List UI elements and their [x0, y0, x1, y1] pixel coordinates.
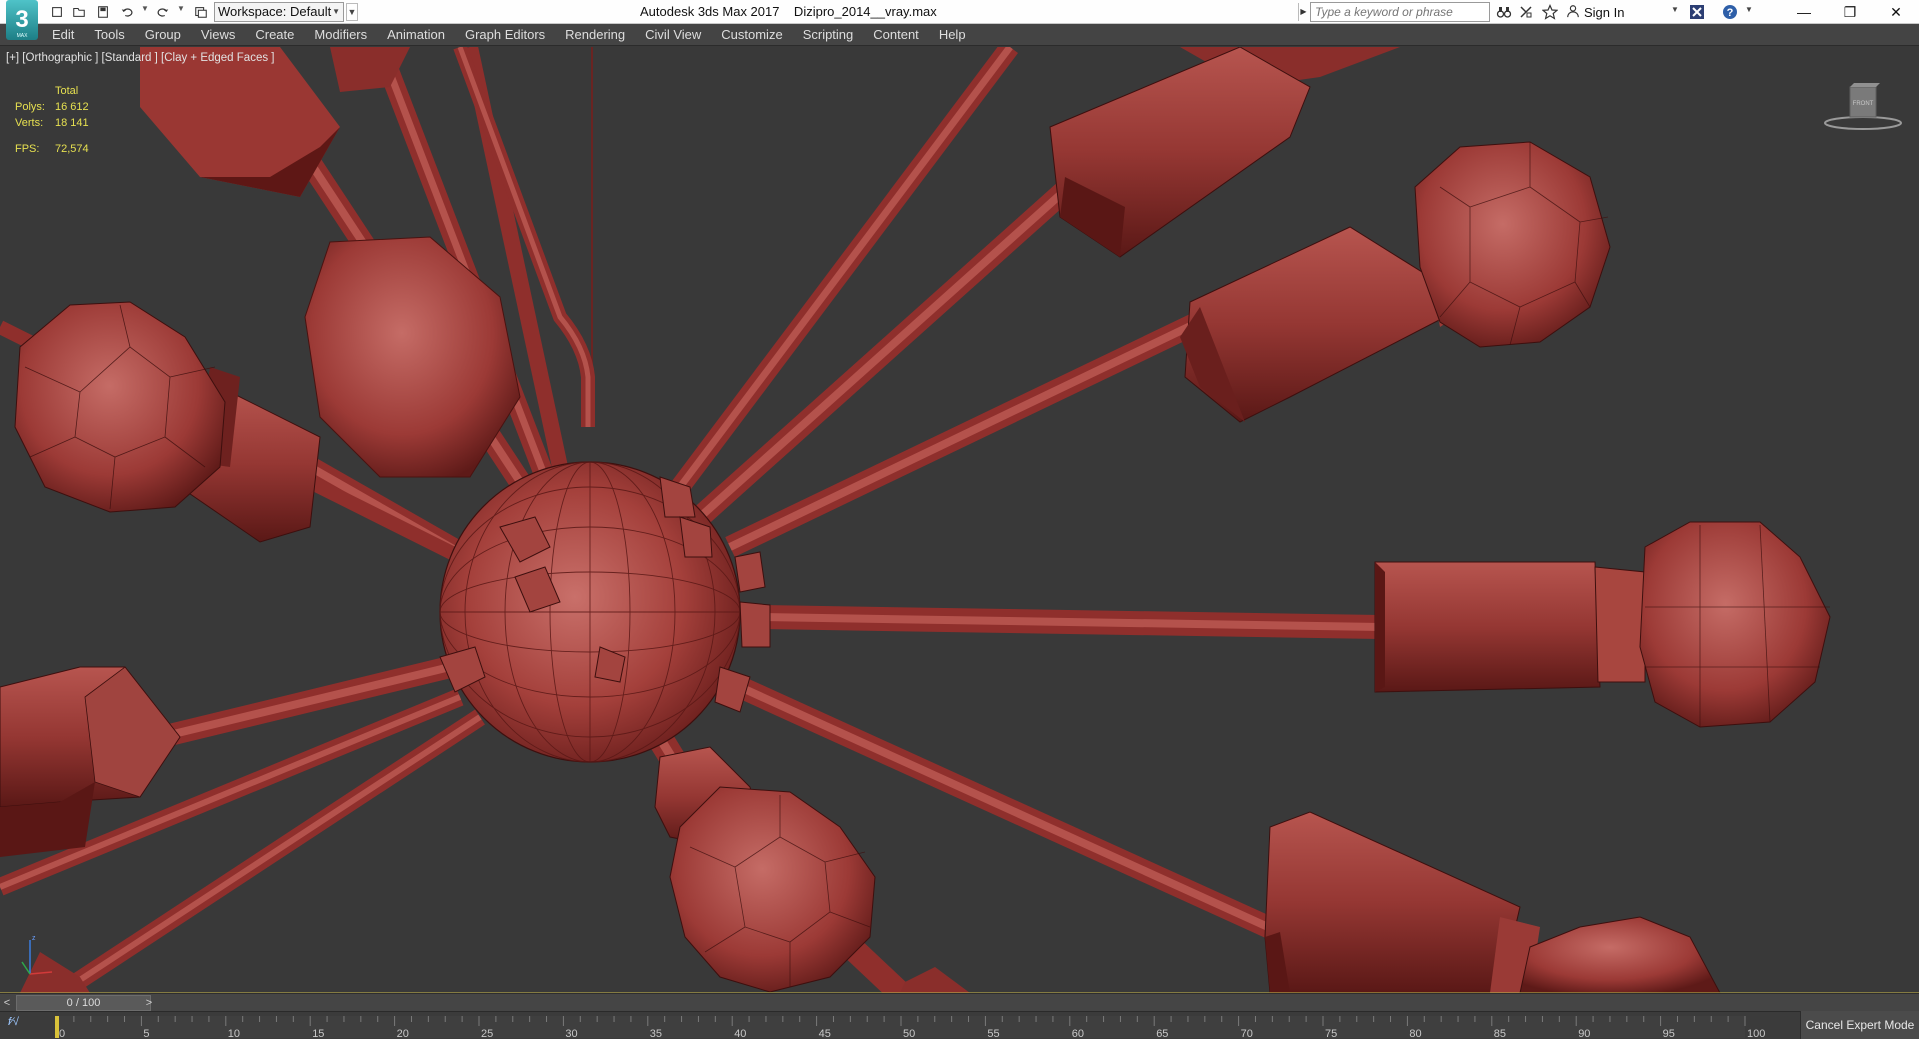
minimize-button[interactable]: —	[1781, 0, 1827, 24]
mini-curve-editor-toggle[interactable]: f∕√	[8, 1016, 38, 1034]
close-button[interactable]: ✕	[1873, 0, 1919, 24]
help-icon[interactable]: ?	[1720, 3, 1740, 21]
ruler-tick-label: 70	[1241, 1028, 1253, 1039]
exchange-icon[interactable]	[1687, 3, 1707, 21]
menu-rendering[interactable]: Rendering	[565, 27, 625, 42]
workspace-label: Workspace: Default	[218, 4, 332, 19]
ruler-tick-label: 0	[59, 1028, 65, 1039]
star-icon[interactable]	[1540, 3, 1560, 21]
help-dropdown-icon[interactable]: ▼	[1745, 5, 1753, 14]
ruler-tick-label: 80	[1409, 1028, 1421, 1039]
ruler-tick-label: 45	[819, 1028, 831, 1039]
ruler-tick-label: 60	[1072, 1028, 1084, 1039]
ruler-tick-label: 10	[228, 1028, 240, 1039]
save-icon[interactable]	[94, 3, 112, 20]
verts-label: Verts:	[15, 117, 44, 129]
menu-modifiers[interactable]: Modifiers	[314, 27, 367, 42]
chandelier-model[interactable]	[0, 47, 1919, 993]
sign-in-label: Sign In	[1584, 4, 1625, 20]
viewport[interactable]: [+] [Orthographic ] [Standard ] [Clay + …	[0, 47, 1919, 993]
menu-customize[interactable]: Customize	[721, 27, 782, 42]
svg-text:z: z	[32, 935, 36, 942]
sign-in-dropdown-icon[interactable]: ▼	[1671, 5, 1679, 14]
time-slider-prev-button[interactable]: <	[0, 995, 14, 1011]
project-folder-icon[interactable]	[192, 3, 210, 20]
current-frame-marker[interactable]	[55, 1016, 59, 1038]
ruler-tick-label: 90	[1578, 1028, 1590, 1039]
ruler-tick-label: 95	[1663, 1028, 1675, 1039]
binoculars-icon[interactable]	[1494, 3, 1514, 21]
time-slider[interactable]: < 0 / 100 >	[0, 993, 1919, 1011]
ruler-tick-label: 75	[1325, 1028, 1337, 1039]
time-slider-thumb[interactable]: 0 / 100	[16, 995, 151, 1011]
menu-graph-editors[interactable]: Graph Editors	[465, 27, 545, 42]
fps-value: 72,574	[55, 143, 89, 155]
polys-value: 16 612	[55, 101, 89, 113]
fps-label: FPS:	[15, 143, 40, 155]
svg-text:MAX: MAX	[17, 33, 29, 39]
menu-tools[interactable]: Tools	[94, 27, 124, 42]
viewport-statistics: Total Polys: 16 612 Verts: 18 141 FPS: 72,5…	[15, 83, 89, 157]
menu-views[interactable]: Views	[201, 27, 235, 42]
search-expand-icon[interactable]: ▶	[1298, 3, 1308, 21]
undo-icon[interactable]	[118, 3, 136, 20]
viewport-label[interactable]: [+] [Orthographic ] [Standard ] [Clay + …	[6, 52, 274, 64]
ruler-tick-label: 40	[734, 1028, 746, 1039]
menu-bar: Edit Tools Group Views Create Modifiers …	[0, 24, 1919, 46]
title-bar: ▼ ▼ Workspace: Default ▼ ▼ Autodesk 3ds …	[0, 0, 1919, 24]
window-title: Autodesk 3ds Max 2017 Dizipro_2014__vray…	[640, 4, 937, 19]
axis-tripod-icon: z	[21, 935, 53, 975]
chevron-down-icon: ▼	[332, 7, 340, 16]
viewcube[interactable]: FRONT	[1820, 81, 1906, 131]
stats-header: Total	[55, 85, 79, 97]
app-logo-text: 3	[15, 6, 28, 33]
menu-content[interactable]: Content	[873, 27, 919, 42]
ruler-tick-label: 25	[481, 1028, 493, 1039]
ruler-tick-label: 30	[565, 1028, 577, 1039]
redo-icon[interactable]	[154, 3, 172, 20]
frame-ruler[interactable]: 0 5 10 15 20 25 30 35 40 45 50 55 60 65 70 75 80 85 90 95 10…	[0, 1012, 1800, 1039]
app-logo[interactable]: 3 MAX	[6, 0, 38, 42]
menu-animation[interactable]: Animation	[387, 27, 445, 42]
ruler-tick-label: 65	[1156, 1028, 1168, 1039]
new-file-icon[interactable]	[48, 3, 66, 20]
sign-in-button[interactable]: Sign In	[1566, 3, 1624, 21]
ruler-tick-label: 35	[650, 1028, 662, 1039]
ruler-tick-label: 20	[397, 1028, 409, 1039]
menu-edit[interactable]: Edit	[52, 27, 74, 42]
ruler-tick-label: 85	[1494, 1028, 1506, 1039]
menu-scripting[interactable]: Scripting	[803, 27, 854, 42]
subscription-icon[interactable]	[1516, 3, 1536, 21]
viewcube-face-label: FRONT	[1853, 101, 1874, 107]
undo-dropdown-icon[interactable]: ▼	[141, 4, 149, 13]
cancel-expert-mode-button[interactable]: Cancel Expert Mode	[1800, 1011, 1919, 1039]
user-icon	[1566, 4, 1580, 21]
polys-label: Polys:	[15, 101, 45, 113]
redo-dropdown-icon[interactable]: ▼	[177, 4, 185, 13]
open-file-icon[interactable]	[70, 3, 88, 20]
menu-civil-view[interactable]: Civil View	[645, 27, 701, 42]
svg-text:?: ?	[1727, 7, 1734, 19]
restore-button[interactable]: ❐	[1827, 0, 1873, 24]
verts-value: 18 141	[55, 117, 89, 129]
quick-access-customize-button[interactable]: ▼	[346, 3, 358, 21]
search-input[interactable]	[1310, 2, 1490, 22]
ruler-tick-label: 55	[987, 1028, 999, 1039]
ruler-tick-label: 5	[143, 1028, 149, 1039]
time-slider-next-button[interactable]: >	[142, 995, 156, 1011]
track-bar[interactable]: 0 5 10 15 20 25 30 35 40 45 50 55 60 65 70 75 80 85 90 95 10…	[0, 1011, 1919, 1039]
menu-group[interactable]: Group	[145, 27, 181, 42]
menu-create[interactable]: Create	[255, 27, 294, 42]
workspace-select[interactable]: Workspace: Default ▼	[214, 2, 344, 22]
ruler-tick-label: 100	[1747, 1028, 1765, 1039]
ruler-tick-label: 15	[312, 1028, 324, 1039]
menu-help[interactable]: Help	[939, 27, 966, 42]
ruler-tick-label: 50	[903, 1028, 915, 1039]
